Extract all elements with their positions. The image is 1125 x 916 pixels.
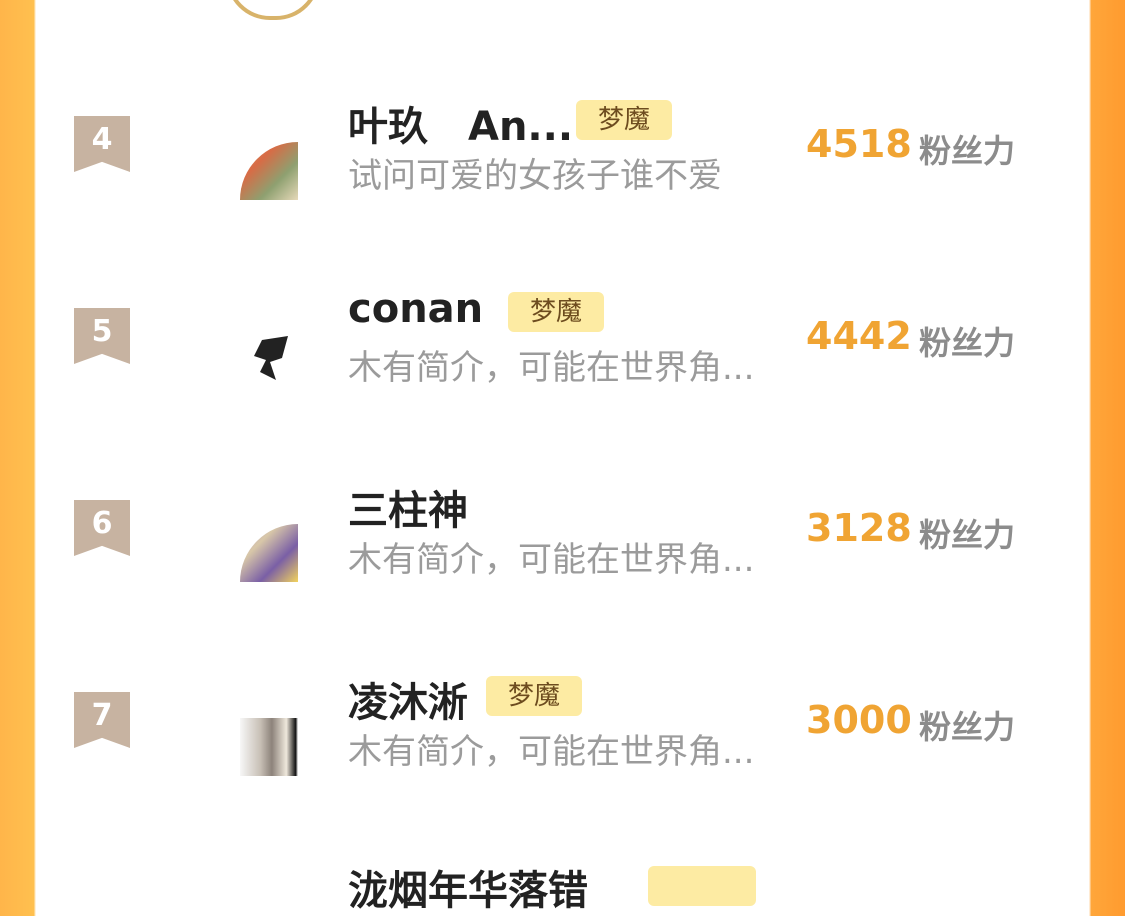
avatar[interactable]: [240, 142, 298, 200]
user-tag-partial: [648, 866, 756, 906]
list-item[interactable]: 7 凌沐淅 梦魔 木有简介，可能在世界角... 3000 粉丝力: [36, 656, 1089, 816]
avatar[interactable]: [240, 524, 298, 582]
avatar[interactable]: [240, 718, 298, 776]
leaderboard-panel: 4 叶玖 An... 梦魔 试问可爱的女孩子谁不爱 4518 粉丝力 5 con…: [36, 0, 1089, 914]
fan-score: 4442: [806, 314, 912, 358]
rank-badge: 4: [74, 116, 130, 172]
rank-badge: 5: [74, 308, 130, 364]
user-name: 凌沐淅: [348, 680, 468, 726]
user-description: 木有简介，可能在世界角...: [348, 732, 755, 772]
user-name: 三柱神: [348, 488, 468, 534]
user-name: conan: [348, 286, 484, 332]
list-item[interactable]: 4 叶玖 An... 梦魔 试问可爱的女孩子谁不爱 4518 粉丝力: [36, 80, 1089, 240]
user-name-partial: 泷烟年华落错: [348, 868, 588, 914]
user-name: 叶玖 An...: [348, 104, 574, 150]
user-tag: 梦魔: [576, 100, 673, 140]
rank-badge: 6: [74, 500, 130, 556]
fan-score: 3128: [806, 506, 912, 550]
fan-score-unit: 粉丝力: [919, 516, 1016, 554]
avatar[interactable]: [240, 332, 298, 390]
list-item[interactable]: 6 三柱神 木有简介，可能在世界角... 3128 粉丝力: [36, 464, 1089, 624]
fan-score: 4518: [806, 122, 912, 166]
list-item[interactable]: 5 conan 梦魔 木有简介，可能在世界角... 4442 粉丝力: [36, 272, 1089, 432]
user-description: 试问可爱的女孩子谁不爱: [348, 156, 722, 196]
user-description: 木有简介，可能在世界角...: [348, 348, 755, 388]
user-tag: 梦魔: [508, 292, 605, 332]
user-tag: 梦魔: [486, 676, 583, 716]
top-rank-crown-icon: [226, 0, 320, 20]
fan-score-unit: 粉丝力: [919, 708, 1016, 746]
rank-badge: 7: [74, 692, 130, 748]
fan-score: 3000: [806, 698, 912, 742]
user-description: 木有简介，可能在世界角...: [348, 540, 755, 580]
fan-score-unit: 粉丝力: [919, 132, 1016, 170]
fan-score-unit: 粉丝力: [919, 324, 1016, 362]
